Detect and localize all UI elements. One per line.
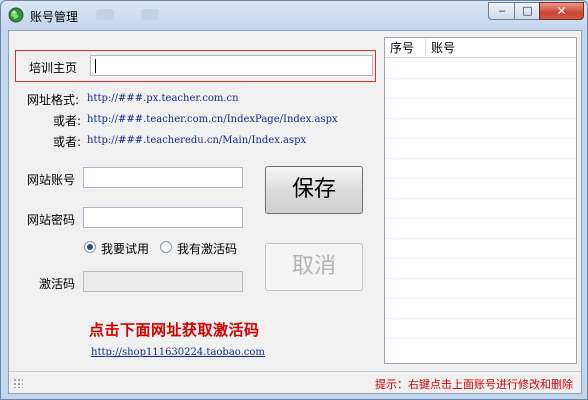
row-divider <box>385 338 576 339</box>
window-title: 账号管理 <box>30 10 79 24</box>
client-area: 培训主页 网址格式: http://###.px.teacher.com.cn … <box>8 30 582 394</box>
row-divider <box>385 278 576 279</box>
radio-checked-icon[interactable] <box>84 241 96 253</box>
column-header-index[interactable]: 序号 <box>385 38 426 58</box>
password-input[interactable] <box>83 207 243 228</box>
training-home-label: 培训主页 <box>29 61 78 75</box>
promo-text: 点击下面网址获取激活码 <box>89 321 260 339</box>
or-label: 或者: <box>53 135 82 149</box>
shop-link[interactable]: http://shop111630224.taobao.com <box>91 347 265 358</box>
title-decoration <box>96 9 114 20</box>
account-list[interactable]: 序号 账号 <box>384 37 577 364</box>
row-divider <box>385 178 576 179</box>
row-divider <box>385 198 576 199</box>
row-divider <box>385 78 576 79</box>
row-divider <box>385 158 576 159</box>
status-hint: 提示：右键点击上面账号进行修改和删除 <box>375 378 573 391</box>
resize-grip-icon[interactable] <box>13 378 23 388</box>
account-input[interactable] <box>83 167 243 188</box>
url-format-example-2: http://###.teacher.com.cn/IndexPage/Inde… <box>87 114 338 125</box>
title-bar[interactable]: 账号管理 ‒ □ ✕ <box>1 1 587 29</box>
url-format-example-3: http://###.teacheredu.cn/Main/Index.aspx <box>87 135 307 146</box>
text-caret <box>95 59 96 73</box>
save-button[interactable]: 保存 <box>265 166 363 214</box>
row-divider <box>385 98 576 99</box>
radio-trial-label: 我要试用 <box>101 242 150 256</box>
status-bar: 提示：右键点击上面账号进行修改和删除 <box>9 371 581 393</box>
cancel-button[interactable]: 取消 <box>265 243 363 291</box>
column-header-account[interactable]: 账号 <box>426 38 576 58</box>
close-button[interactable]: ✕ <box>539 2 584 20</box>
app-globe-icon <box>8 7 24 23</box>
row-divider <box>385 318 576 319</box>
close-icon: ✕ <box>556 4 567 18</box>
activation-code-label: 激活码 <box>39 277 76 291</box>
row-divider <box>385 298 576 299</box>
url-format-label: 网址格式: <box>27 93 80 107</box>
radio-code-label: 我有激活码 <box>177 242 238 256</box>
url-format-example-1: http://###.px.teacher.com.cn <box>87 93 239 104</box>
account-label: 网站账号 <box>27 173 76 187</box>
radio-activation-code[interactable]: 我有激活码 <box>160 239 250 256</box>
save-button-label: 保存 <box>291 177 336 202</box>
row-divider <box>385 218 576 219</box>
training-home-input[interactable] <box>90 55 373 76</box>
radio-trial[interactable]: 我要试用 <box>84 239 160 256</box>
account-manager-window: 账号管理 ‒ □ ✕ 培训主页 网址格式: http://###.px.teac… <box>0 0 588 400</box>
password-label: 网站密码 <box>27 213 76 227</box>
title-decoration <box>141 9 159 20</box>
maximize-icon: □ <box>522 4 533 17</box>
list-header: 序号 账号 <box>385 38 576 58</box>
row-divider <box>385 258 576 259</box>
row-divider <box>385 238 576 239</box>
maximize-button[interactable]: □ <box>514 2 540 20</box>
row-divider <box>385 138 576 139</box>
cancel-button-label: 取消 <box>291 254 336 279</box>
activation-code-input[interactable] <box>83 271 243 292</box>
radio-unchecked-icon[interactable] <box>160 241 172 253</box>
row-divider <box>385 118 576 119</box>
or-label: 或者: <box>53 114 82 128</box>
training-home-highlight: 培训主页 <box>15 50 376 82</box>
minimize-icon: ‒ <box>498 4 506 17</box>
minimize-button[interactable]: ‒ <box>488 2 515 20</box>
